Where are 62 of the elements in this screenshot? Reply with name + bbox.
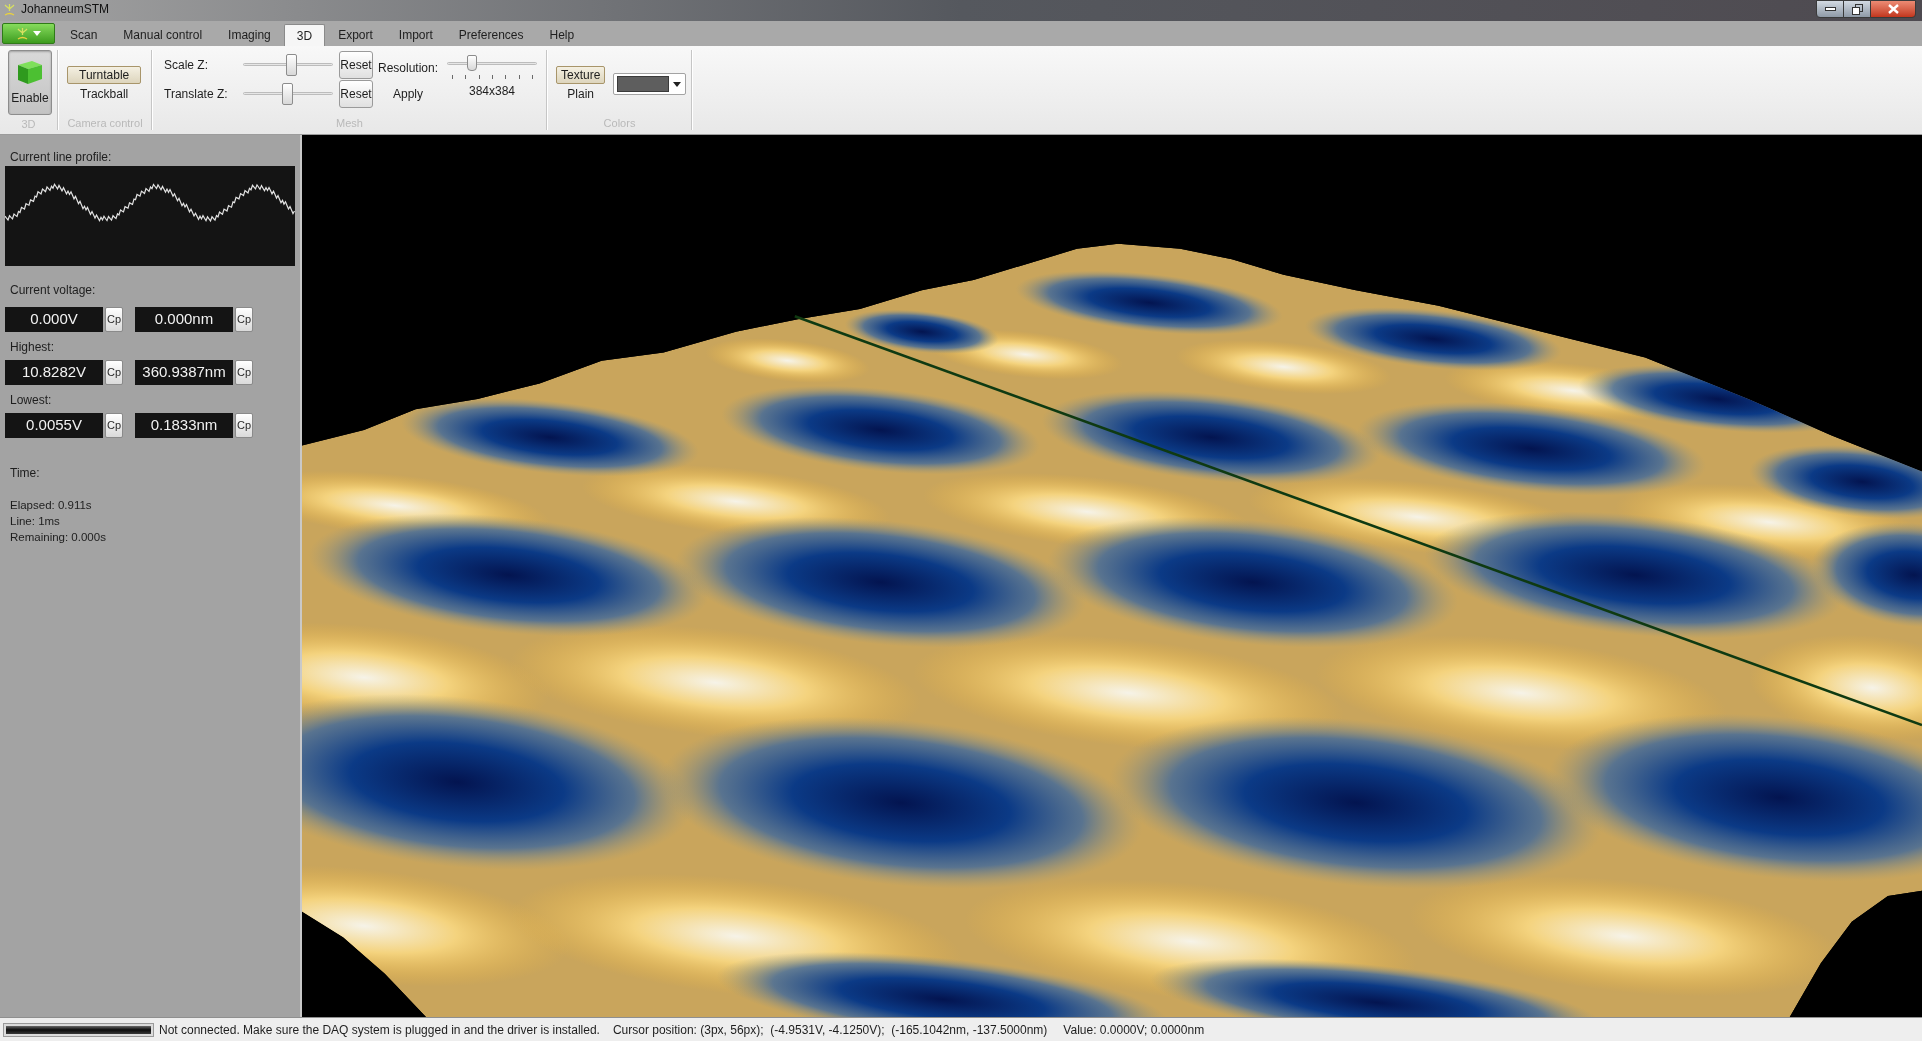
cursor-position: Cursor position: (3px, 56px); (-4.9531V, -4.1250V); (-165.1042nm, -137.5000nm) xyxy=(612,1021,1048,1039)
readout-field: 0.0055V xyxy=(5,413,103,438)
enable-button[interactable]: Enable xyxy=(8,50,52,115)
toggle-option[interactable]: Turntable xyxy=(67,66,142,84)
cursor-value: Value: 0.0000V; 0.0000nm xyxy=(1063,1021,1205,1039)
ribbon-tab[interactable]: Export xyxy=(325,24,386,46)
toggle-option[interactable]: Trackball xyxy=(68,85,141,103)
copy-button[interactable]: Cp xyxy=(105,360,123,385)
resolution-label: Resolution: xyxy=(377,60,439,77)
copy-button[interactable]: Cp xyxy=(235,360,253,385)
slider-label: Scale Z: xyxy=(164,57,209,74)
app-logo-icon xyxy=(4,3,15,17)
ribbon-tab[interactable]: Imaging xyxy=(215,24,284,46)
close-button[interactable] xyxy=(1870,0,1916,18)
time-line: Remaining: 0.000s xyxy=(10,530,107,545)
time-line: Elapsed: 0.911s xyxy=(10,498,93,513)
toggle-option[interactable]: Plain xyxy=(562,85,599,103)
window-title: JohanneumSTM xyxy=(21,2,110,17)
restore-button[interactable] xyxy=(1844,0,1870,18)
reset-button[interactable]: Reset xyxy=(339,80,373,108)
app-menu-button[interactable] xyxy=(2,23,55,44)
readout-field: 0.000V xyxy=(5,307,103,332)
restore-icon xyxy=(1851,3,1863,15)
ribbon-tab[interactable]: Scan xyxy=(57,24,111,46)
time-line: Line: 1ms xyxy=(10,514,61,529)
slider-track[interactable] xyxy=(243,83,333,105)
ribbon-tab[interactable]: Preferences xyxy=(445,24,537,46)
minimize-icon xyxy=(1824,7,1836,11)
slider-track[interactable] xyxy=(447,55,537,80)
ribbon-tab[interactable]: Manual control xyxy=(110,24,216,46)
close-icon xyxy=(1887,4,1899,14)
resolution-value: 384x384 xyxy=(467,83,516,100)
ribbon-tab[interactable]: 3D xyxy=(283,24,326,46)
readout-field: 360.9387nm xyxy=(135,360,233,385)
logo-icon xyxy=(16,26,28,41)
slider-track[interactable] xyxy=(243,54,333,76)
toggle-option[interactable]: Texture xyxy=(556,66,606,84)
time-label: Time: xyxy=(10,466,41,480)
copy-button[interactable]: Cp xyxy=(235,413,253,438)
copy-button[interactable]: Cp xyxy=(105,307,123,332)
caret-icon xyxy=(32,31,41,36)
slider-label: Translate Z: xyxy=(164,86,229,103)
copy-button[interactable]: Cp xyxy=(105,413,123,438)
ribbon-tab[interactable]: Import xyxy=(385,24,446,46)
apply-button[interactable]: Apply xyxy=(377,84,439,103)
minimize-button[interactable] xyxy=(1816,0,1844,18)
slider-thumb[interactable] xyxy=(467,55,477,71)
slider-thumb[interactable] xyxy=(281,83,293,105)
reset-button[interactable]: Reset xyxy=(339,51,373,79)
color-dropdown[interactable] xyxy=(613,73,687,95)
readout-field: 10.8282V xyxy=(5,360,103,385)
profile-label: Current line profile: xyxy=(10,150,113,164)
copy-button[interactable]: Cp xyxy=(235,307,253,332)
status-message: Not connected. Make sure the DAQ system is plugged in and the driver is installed. xyxy=(159,1021,600,1039)
readout-label: Current voltage: xyxy=(10,283,97,297)
readout-label: Lowest: xyxy=(10,393,53,407)
slider-thumb[interactable] xyxy=(286,54,298,76)
readout-field: 0.000nm xyxy=(135,307,233,332)
ribbon-tab[interactable]: Help xyxy=(536,24,588,46)
readout-field: 0.1833nm xyxy=(135,413,233,438)
readout-label: Highest: xyxy=(10,340,56,354)
caret-icon xyxy=(673,81,682,87)
